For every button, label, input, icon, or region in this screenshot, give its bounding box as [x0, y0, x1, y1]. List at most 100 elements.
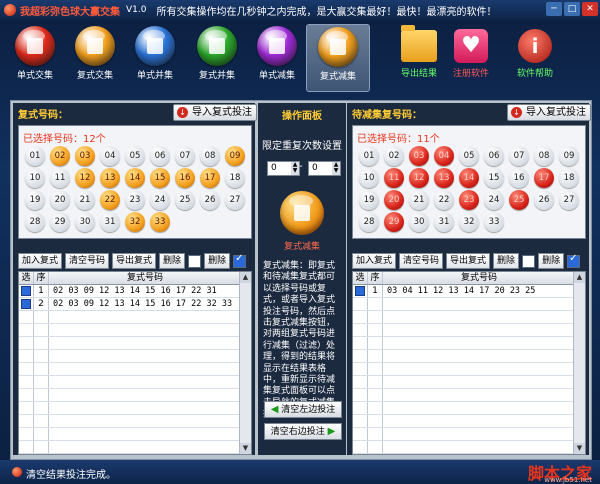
vertical-scrollbar[interactable]: ▲ ▼ [573, 272, 585, 454]
number-ball[interactable]: 25 [175, 190, 195, 210]
number-ball[interactable]: 15 [150, 168, 170, 188]
spinner-arrows-icon[interactable]: ▲ ▼ [291, 162, 299, 175]
number-ball[interactable]: 27 [225, 190, 245, 210]
checked-icon[interactable] [21, 299, 31, 309]
table-row[interactable] [19, 441, 251, 454]
delete-button[interactable]: 删除 [493, 253, 520, 269]
number-ball[interactable]: 19 [25, 190, 45, 210]
delete-checkbox[interactable] [188, 255, 202, 268]
number-ball[interactable]: 32 [459, 212, 479, 232]
number-ball[interactable]: 17 [534, 168, 554, 188]
number-ball[interactable]: 03 [409, 146, 429, 166]
row-checkbox[interactable] [353, 285, 368, 297]
number-ball[interactable]: 02 [50, 146, 70, 166]
number-ball[interactable]: 16 [509, 168, 529, 188]
run-subtract-button[interactable] [280, 191, 324, 235]
number-ball[interactable]: 07 [509, 146, 529, 166]
number-ball[interactable]: 20 [384, 190, 404, 210]
clear-right-button[interactable]: 清空右边投注 ▶ [264, 423, 342, 440]
number-ball[interactable]: 21 [75, 190, 95, 210]
number-ball[interactable]: 04 [434, 146, 454, 166]
left-import-button[interactable]: ↓ 导入复式投注 [173, 104, 257, 121]
clear-numbers-button[interactable]: 清空号码 [399, 253, 444, 269]
table-row[interactable] [353, 441, 585, 454]
checked-icon[interactable] [355, 286, 365, 296]
number-ball[interactable]: 09 [559, 146, 579, 166]
spinner-arrows-icon[interactable]: ▲ ▼ [332, 162, 340, 175]
toolbar-button-1[interactable]: 单式交集 [4, 24, 66, 90]
toolbar-button-9[interactable]: i 软件帮助 [504, 24, 566, 90]
table-row[interactable] [353, 337, 585, 350]
table-row[interactable] [19, 376, 251, 389]
number-ball[interactable]: 14 [459, 168, 479, 188]
table-row[interactable]: 1 02 03 09 12 13 14 15 16 17 22 31 [19, 285, 251, 298]
scroll-down-icon[interactable]: ▼ [574, 443, 585, 454]
number-ball[interactable]: 04 [100, 146, 120, 166]
scroll-up-icon[interactable]: ▲ [574, 272, 585, 283]
number-ball[interactable]: 05 [125, 146, 145, 166]
delete-all-button[interactable]: 删除 [538, 253, 565, 269]
number-ball[interactable]: 28 [25, 212, 45, 232]
row-checkbox[interactable] [19, 285, 34, 297]
delete-button[interactable]: 删除 [159, 253, 186, 269]
number-ball[interactable]: 32 [125, 212, 145, 232]
number-ball[interactable]: 25 [509, 190, 529, 210]
toolbar-button-3[interactable]: 单式并集 [124, 24, 186, 90]
table-row[interactable] [19, 428, 251, 441]
maximize-button[interactable]: □ [564, 2, 580, 16]
table-row[interactable] [19, 415, 251, 428]
number-ball[interactable]: 03 [75, 146, 95, 166]
table-row[interactable] [353, 311, 585, 324]
number-ball[interactable]: 11 [384, 168, 404, 188]
minimize-button[interactable]: ─ [546, 2, 562, 16]
number-ball[interactable]: 27 [559, 190, 579, 210]
number-ball[interactable]: 13 [100, 168, 120, 188]
delete-checkbox[interactable] [522, 255, 536, 268]
vertical-scrollbar[interactable]: ▲ ▼ [239, 272, 251, 454]
number-ball[interactable]: 30 [75, 212, 95, 232]
table-row[interactable] [19, 350, 251, 363]
number-ball[interactable]: 08 [200, 146, 220, 166]
checked-icon[interactable] [21, 286, 31, 296]
add-compound-button[interactable]: 加入复式 [352, 253, 397, 269]
table-row[interactable] [353, 376, 585, 389]
table-row[interactable] [353, 454, 585, 455]
number-ball[interactable]: 08 [534, 146, 554, 166]
export-compound-button[interactable]: 导出复式 [446, 253, 491, 269]
scroll-down-icon[interactable]: ▼ [240, 443, 251, 454]
number-ball[interactable]: 18 [559, 168, 579, 188]
number-ball[interactable]: 20 [50, 190, 70, 210]
table-row[interactable] [19, 454, 251, 455]
number-ball[interactable]: 21 [409, 190, 429, 210]
table-row[interactable] [19, 311, 251, 324]
repeat-max-spinner[interactable]: 0 ▲ ▼ [308, 161, 341, 176]
table-row[interactable] [353, 415, 585, 428]
number-ball[interactable]: 15 [484, 168, 504, 188]
table-row[interactable]: 1 03 04 11 12 13 14 17 20 23 25 [353, 285, 585, 298]
number-ball[interactable]: 01 [25, 146, 45, 166]
number-ball[interactable]: 09 [225, 146, 245, 166]
number-ball[interactable]: 29 [384, 212, 404, 232]
table-row[interactable] [353, 324, 585, 337]
number-ball[interactable]: 06 [484, 146, 504, 166]
number-ball[interactable]: 33 [484, 212, 504, 232]
right-import-button[interactable]: ↓ 导入复式投注 [507, 104, 591, 121]
number-ball[interactable]: 17 [200, 168, 220, 188]
table-row[interactable] [19, 389, 251, 402]
scroll-up-icon[interactable]: ▲ [240, 272, 251, 283]
table-row[interactable] [19, 324, 251, 337]
export-compound-button[interactable]: 导出复式 [112, 253, 157, 269]
table-row[interactable] [353, 402, 585, 415]
number-ball[interactable]: 29 [50, 212, 70, 232]
number-ball[interactable]: 07 [175, 146, 195, 166]
table-row[interactable]: 2 02 03 09 12 13 14 15 16 17 22 32 33 [19, 298, 251, 311]
clear-numbers-button[interactable]: 清空号码 [65, 253, 110, 269]
number-ball[interactable]: 16 [175, 168, 195, 188]
table-row[interactable] [353, 363, 585, 376]
number-ball[interactable]: 06 [150, 146, 170, 166]
number-ball[interactable]: 12 [409, 168, 429, 188]
number-ball[interactable]: 01 [359, 146, 379, 166]
number-ball[interactable]: 22 [100, 190, 120, 210]
number-ball[interactable]: 26 [534, 190, 554, 210]
number-ball[interactable]: 23 [459, 190, 479, 210]
